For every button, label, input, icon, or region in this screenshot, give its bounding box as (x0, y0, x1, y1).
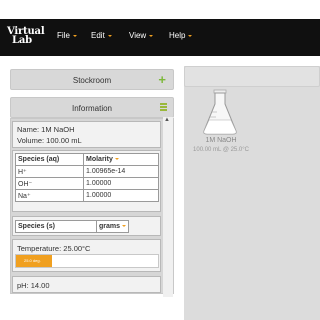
solution-summary-box: Name: 1M NaOH Volume: 100.00 mL (12, 121, 161, 148)
menu-help-label: Help (169, 31, 186, 40)
logo-line-2: Lab (12, 35, 32, 46)
sort-icon (114, 158, 119, 161)
species-cell: H⁺ (15, 165, 84, 178)
virtual-lab-logo[interactable]: Virtual Lab (7, 27, 45, 46)
chevron-down-icon (72, 34, 77, 37)
molarity-cell: 1.00000 (83, 177, 159, 190)
molarity-cell: 1.00000 (83, 189, 159, 202)
flask-detail-label: 100.00 mL @ 25.0°C (193, 147, 249, 153)
temperature-bar-label: 25.0 deg. (24, 258, 41, 263)
column-header-species-s[interactable]: Species (s) (15, 220, 97, 233)
stockroom-title: Stockroom (72, 76, 112, 85)
chevron-down-icon (149, 34, 154, 37)
aqueous-species-table: Species (aq) Molarity H⁺ 1.00965e-14 OH⁻… (15, 153, 159, 202)
flask[interactable] (200, 88, 240, 138)
solution-name: Name: 1M NaOH (17, 125, 75, 134)
table-header-row: Species (s) grams (15, 220, 130, 233)
menu-file[interactable]: File (57, 31, 77, 40)
sort-icon (122, 225, 126, 228)
table-header-row: Species (aq) Molarity (15, 153, 159, 166)
information-title: Information (71, 104, 113, 113)
ph-box: pH: 14.00 (12, 276, 161, 293)
table-row: OH⁻ 1.00000 (15, 177, 159, 190)
table-row: H⁺ 1.00965e-14 (15, 165, 159, 178)
species-cell: OH⁻ (15, 177, 84, 190)
plus-icon[interactable]: + (158, 72, 166, 87)
table-row: Na⁺ 1.00000 (15, 189, 159, 202)
temperature-value: Temperature: 25.00°C (17, 244, 91, 253)
menu-edit[interactable]: Edit (91, 31, 112, 40)
workbench-toolbar (184, 66, 320, 87)
menu-help[interactable]: Help (169, 31, 193, 40)
scroll-up-icon[interactable]: ▲ (164, 117, 170, 123)
chevron-down-icon (188, 34, 193, 37)
column-header-molarity[interactable]: Molarity (83, 153, 159, 166)
information-header[interactable]: Information (10, 97, 174, 118)
menu-view-label: View (129, 31, 147, 40)
flask-name-label: 1M NaOH (205, 137, 237, 144)
menu-edit-label: Edit (91, 31, 105, 40)
chevron-down-icon (107, 34, 112, 37)
info-scrollbar[interactable]: ▲ (163, 117, 173, 297)
temperature-bar[interactable]: 25.0 deg. (15, 254, 159, 268)
menu-icon[interactable] (160, 103, 167, 111)
column-header-species-aq[interactable]: Species (aq) (15, 153, 84, 166)
top-navbar: Virtual Lab File Edit View Help (0, 19, 320, 56)
solid-species-table: Species (s) grams (15, 220, 130, 233)
ph-value: pH: 14.00 (17, 281, 50, 290)
erlenmeyer-flask-icon (203, 89, 237, 135)
menu-view[interactable]: View (129, 31, 154, 40)
stockroom-header[interactable]: Stockroom + (10, 69, 174, 90)
menu-file-label: File (57, 31, 70, 40)
column-header-grams[interactable]: grams (95, 220, 130, 233)
molarity-cell: 1.00965e-14 (83, 165, 159, 178)
species-cell: Na⁺ (15, 189, 84, 202)
solution-volume: Volume: 100.00 mL (17, 136, 82, 145)
